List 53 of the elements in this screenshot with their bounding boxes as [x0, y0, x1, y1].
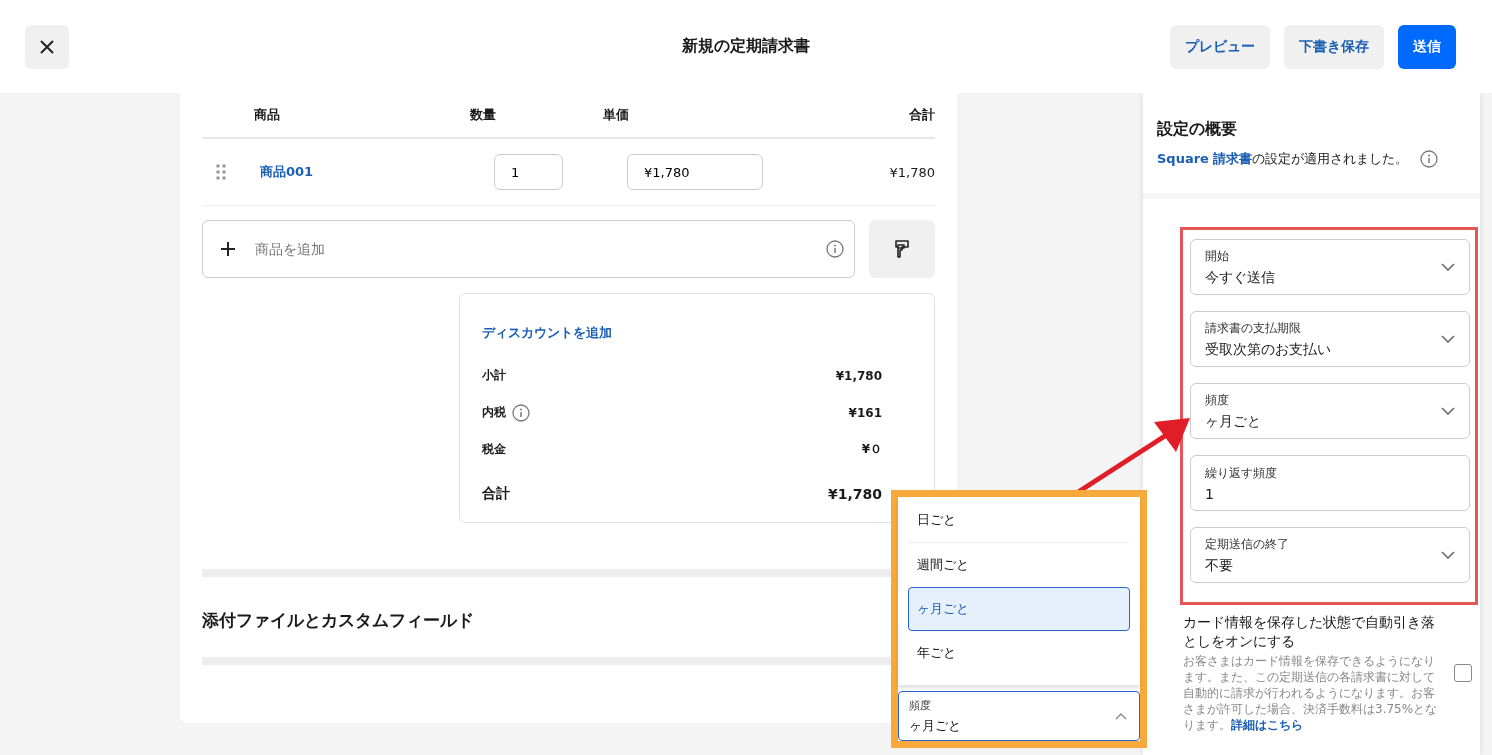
column-header: 数量 [470, 106, 497, 124]
line-total: ¥1,780 [888, 164, 935, 180]
select-field[interactable]: 定期送信の終了 不要 [1190, 527, 1470, 583]
checkbox[interactable] [1454, 664, 1472, 682]
select-field[interactable]: 頻度 ヶ月ごと [1190, 383, 1470, 439]
learn-more-link[interactable]: 詳細はこちら [1231, 718, 1303, 732]
dropdown-option[interactable]: 年ごと [908, 631, 1130, 675]
dropdown-option[interactable]: 週間ごと [908, 543, 1130, 587]
auto-pay-title: カード情報を保存した状態で自動引き落としをオンにする [1183, 613, 1436, 651]
close-icon [40, 39, 54, 54]
select-field[interactable]: 頻度 ヶ月ごと [898, 691, 1140, 741]
chevron-up-icon [1115, 712, 1127, 720]
chevron-down-icon [1441, 335, 1455, 343]
summary-value: ¥０ [861, 441, 882, 458]
summary-label: 合計 [482, 485, 510, 503]
info-icon[interactable] [512, 403, 530, 422]
send-button[interactable]: 送信 [1398, 24, 1456, 69]
info-icon[interactable] [826, 240, 844, 258]
column-header: 合計 [908, 106, 935, 124]
page-title: 新規の定期請求書 [682, 36, 810, 57]
item-name-link[interactable]: 商品001 [226, 163, 494, 181]
paint-roller-button[interactable] [869, 220, 935, 278]
add-item-field[interactable]: 商品を追加 [202, 220, 855, 278]
add-discount-link[interactable]: ディスカウントを追加 [482, 324, 882, 342]
summary-value: ¥1,780 [827, 486, 882, 502]
quantity-input[interactable]: 1 [494, 154, 563, 190]
column-header: 単価 [603, 106, 630, 124]
panel-title: 設定の概要 [1157, 119, 1238, 140]
settings-note: Square 請求書の設定が適用されました。 [1157, 150, 1409, 168]
summary-label: 税金 [482, 441, 506, 458]
paint-roller-icon [894, 240, 910, 258]
chevron-down-icon [1441, 407, 1455, 415]
header-button[interactable]: プレビュー [1170, 24, 1270, 69]
dropdown-option[interactable]: 日ごと [908, 497, 1130, 543]
summary-value: ¥1,780 [835, 368, 882, 383]
plus-icon [221, 242, 235, 256]
header-button[interactable]: 下書き保存 [1284, 24, 1384, 69]
info-icon[interactable] [1420, 150, 1439, 168]
select-field[interactable]: 開始 今すぐ送信 [1190, 239, 1470, 295]
select-field[interactable]: 請求書の支払期限 受取次第のお支払い [1190, 311, 1470, 367]
unit-price-input[interactable]: ¥1,780 [627, 154, 763, 190]
input-field[interactable]: 繰り返す頻度 1 [1190, 455, 1470, 511]
summary-label: 内税 [482, 404, 506, 421]
auto-pay-description: お客さまはカード情報を保存できるようになります。また、この定期送信の各請求書に対して自動的に請求が行われるようになります。お客さまが許可した場合、決済手数料は3.75%となります。詳細はこちら [1183, 653, 1439, 733]
close-button[interactable] [25, 24, 69, 69]
chevron-down-icon [1441, 263, 1455, 271]
chevron-down-icon [1441, 551, 1455, 559]
summary-label: 小計 [482, 367, 506, 384]
summary-value: ¥161 [848, 405, 882, 420]
dropdown-option[interactable]: ヶ月ごと [908, 587, 1130, 631]
drag-handle-icon[interactable] [216, 164, 226, 180]
column-header: 商品 [253, 106, 281, 124]
section-title: 添付ファイルとカスタムフィールド [202, 610, 474, 630]
